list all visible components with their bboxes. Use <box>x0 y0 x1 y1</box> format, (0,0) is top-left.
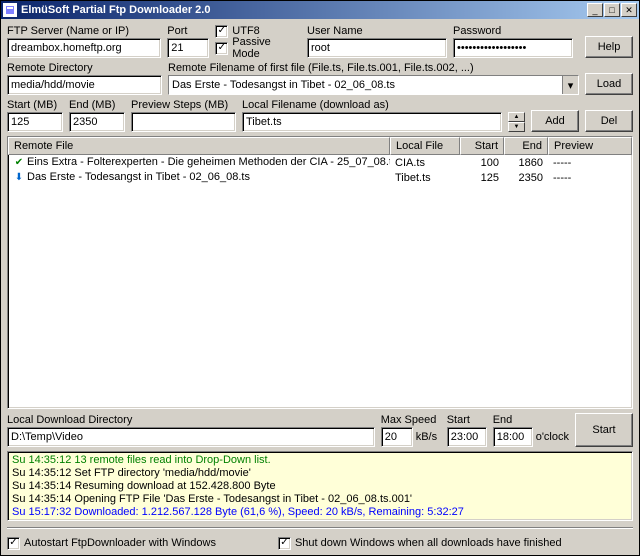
password-label: Password <box>453 25 573 37</box>
end-mb-input[interactable] <box>69 112 125 132</box>
close-button[interactable]: ✕ <box>621 3 637 17</box>
end-time-label: End <box>493 414 569 426</box>
passive-checkbox[interactable]: ✓ Passive Mode <box>215 40 301 56</box>
col-local-file[interactable]: Local File <box>390 137 460 155</box>
start-time-input[interactable] <box>447 427 487 447</box>
window-title: ElmüSoft Partial Ftp Downloader 2.0 <box>21 4 587 16</box>
username-input[interactable] <box>307 38 447 58</box>
local-download-dir-label: Local Download Directory <box>7 414 375 426</box>
start-time-label: Start <box>447 414 487 426</box>
max-speed-label: Max Speed <box>381 414 441 426</box>
autostart-label: Autostart FtpDownloader with Windows <box>24 537 216 549</box>
start-mb-input[interactable] <box>7 112 63 132</box>
table-row[interactable]: ✔Eins Extra - Folterexperten - Die gehei… <box>8 155 632 170</box>
shutdown-checkbox[interactable]: ✓ Shut down Windows when all downloads h… <box>278 535 562 551</box>
chevron-down-icon[interactable]: ▾ <box>562 76 578 94</box>
remote-dir-input[interactable] <box>7 75 162 95</box>
passive-label: Passive Mode <box>232 36 301 60</box>
window-controls: _ □ ✕ <box>587 3 637 17</box>
log-line: Su 14:35:14 Resuming download at 152.428… <box>12 480 628 493</box>
log-line: Su 14:35:12 13 remote files read into Dr… <box>12 454 628 467</box>
max-speed-input[interactable] <box>381 427 413 447</box>
oclock-label: o'clock <box>536 431 569 443</box>
help-button[interactable]: Help <box>585 36 633 58</box>
table-row[interactable]: ⬇Das Erste - Todesangst in Tibet - 02_06… <box>8 170 632 185</box>
start-button[interactable]: Start <box>575 413 633 447</box>
local-filename-input[interactable] <box>242 112 502 132</box>
minimize-button[interactable]: _ <box>587 3 603 17</box>
port-label: Port <box>167 25 209 37</box>
downloads-list[interactable]: Remote File Local File Start End Preview… <box>7 136 633 409</box>
col-start[interactable]: Start <box>460 137 504 155</box>
check-icon: ✔ <box>13 157 25 169</box>
col-preview[interactable]: Preview <box>548 137 632 155</box>
start-mb-label: Start (MB) <box>7 99 63 111</box>
col-end[interactable]: End <box>504 137 548 155</box>
local-download-dir-input[interactable] <box>7 427 375 447</box>
maximize-button[interactable]: □ <box>604 3 620 17</box>
remote-filename-input[interactable] <box>169 76 562 94</box>
end-mb-label: End (MB) <box>69 99 125 111</box>
autostart-checkbox[interactable]: ✓ Autostart FtpDownloader with Windows <box>7 535 216 551</box>
ftp-server-label: FTP Server (Name or IP) <box>7 25 161 37</box>
preview-steps-label: Preview Steps (MB) <box>131 99 236 111</box>
checkbox-icon: ✓ <box>7 537 20 550</box>
app-window: ElmüSoft Partial Ftp Downloader 2.0 _ □ … <box>0 0 640 556</box>
username-label: User Name <box>307 25 447 37</box>
shutdown-label: Shut down Windows when all downloads hav… <box>295 537 562 549</box>
arrow-up-icon[interactable]: ▲ <box>508 112 525 122</box>
log-panel: Su 14:35:12 13 remote files read into Dr… <box>7 451 633 521</box>
checkbox-icon: ✓ <box>215 25 228 38</box>
preview-steps-input[interactable] <box>131 112 236 132</box>
log-line: Su 14:35:14 Opening FTP File 'Das Erste … <box>12 493 628 506</box>
load-button[interactable]: Load <box>585 73 633 95</box>
del-button[interactable]: Del <box>585 110 633 132</box>
local-filename-label: Local Filename (download as) <box>242 99 502 111</box>
remote-filename-combo[interactable]: ▾ <box>168 75 579 95</box>
remote-filename-label: Remote Filename of first file (File.ts, … <box>168 62 579 74</box>
log-line: Su 15:17:32 Downloaded: 1.212.567.128 By… <box>12 506 628 519</box>
arrow-down-icon[interactable]: ▼ <box>508 122 525 132</box>
checkbox-icon: ✓ <box>215 42 228 55</box>
password-input[interactable] <box>453 38 573 58</box>
separator <box>7 527 633 529</box>
app-icon <box>3 3 17 17</box>
add-button[interactable]: Add <box>531 110 579 132</box>
kbs-label: kB/s <box>416 431 437 443</box>
download-icon: ⬇ <box>13 172 25 184</box>
window-content: FTP Server (Name or IP) Port ✓ UTF8 ✓ Pa… <box>1 19 639 555</box>
remote-dir-label: Remote Directory <box>7 62 162 74</box>
list-body: ✔Eins Extra - Folterexperten - Die gehei… <box>8 155 632 408</box>
ftp-server-input[interactable] <box>7 38 161 58</box>
end-time-input[interactable] <box>493 427 533 447</box>
updown-control[interactable]: ▲ ▼ <box>508 112 525 132</box>
port-input[interactable] <box>167 38 209 58</box>
list-header: Remote File Local File Start End Preview <box>8 137 632 155</box>
col-remote-file[interactable]: Remote File <box>8 137 390 155</box>
titlebar: ElmüSoft Partial Ftp Downloader 2.0 _ □ … <box>1 1 639 19</box>
checkbox-icon: ✓ <box>278 537 291 550</box>
log-line: Su 14:35:12 Set FTP directory 'media/hdd… <box>12 467 628 480</box>
